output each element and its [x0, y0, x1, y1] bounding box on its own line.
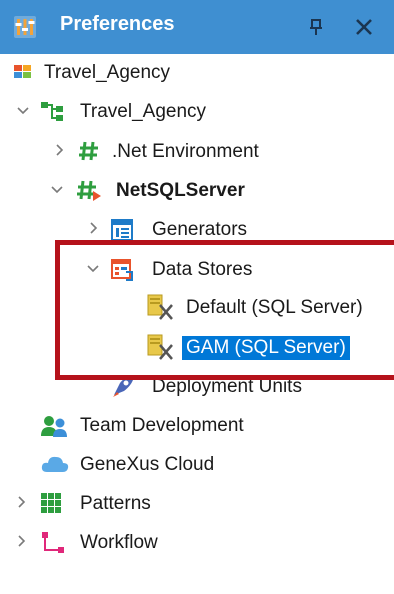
generators-icon: [110, 218, 133, 241]
tree-item-label: Workflow: [80, 532, 158, 553]
chevron-right-icon[interactable]: [52, 140, 66, 160]
tree-item-kb[interactable]: Travel_Agency: [0, 58, 394, 88]
cloud-icon: [40, 453, 70, 475]
tree-item-label: Default (SQL Server): [186, 297, 363, 318]
tree-item-patterns[interactable]: Patterns: [0, 489, 394, 519]
workflow-icon: [40, 531, 66, 553]
tree-item-workflow[interactable]: Workflow: [0, 528, 394, 558]
tree-item-label: Deployment Units: [152, 376, 302, 397]
chevron-down-icon[interactable]: [86, 258, 100, 278]
pin-icon[interactable]: [304, 15, 328, 39]
tree-item-label: NetSQLServer: [116, 180, 245, 201]
team-icon: [40, 414, 68, 437]
patterns-icon: [40, 492, 62, 514]
chevron-right-icon[interactable]: [14, 531, 28, 551]
tree-item-label: Data Stores: [152, 259, 253, 280]
environment-icon: [76, 179, 101, 201]
environment-icon: [78, 140, 100, 162]
chevron-right-icon[interactable]: [14, 492, 28, 512]
preferences-panel: Preferences Travel_Agency Travel_Agency …: [0, 0, 394, 594]
tree-item-netsqlserver[interactable]: NetSQLServer: [0, 176, 394, 206]
preferences-icon: [12, 14, 38, 40]
close-icon[interactable]: [350, 13, 378, 41]
tree-item-label: Travel_Agency: [80, 101, 207, 122]
chevron-right-icon[interactable]: [86, 218, 100, 238]
tree-item-genexus-cloud[interactable]: GeneXus Cloud: [0, 450, 394, 480]
panel-titlebar: Preferences: [0, 0, 394, 54]
tree-item-label: GAM (SQL Server): [182, 336, 350, 360]
kb-icon: [12, 61, 34, 83]
tree-item-label: Travel_Agency: [44, 62, 171, 83]
datastore-icon: [146, 293, 176, 321]
tree-item-net-environment[interactable]: .Net Environment: [0, 137, 394, 167]
chevron-down-icon[interactable]: [16, 100, 30, 120]
datastore-icon: [146, 333, 176, 361]
version-icon: [40, 100, 63, 122]
chevron-down-icon[interactable]: [50, 179, 64, 199]
tree-item-label: Team Development: [80, 415, 244, 436]
deployment-icon: [110, 375, 134, 397]
tree-item-version[interactable]: Travel_Agency: [0, 97, 394, 127]
tree-item-label: .Net Environment: [112, 141, 259, 162]
tree-item-label: Patterns: [80, 493, 151, 514]
datastores-icon: [110, 258, 133, 281]
tree-item-data-stores[interactable]: Data Stores: [0, 255, 394, 285]
tree-item-label: Generators: [152, 219, 248, 240]
tree-item-gam-datastore[interactable]: GAM (SQL Server): [0, 333, 394, 363]
tree-item-team-development[interactable]: Team Development: [0, 411, 394, 441]
tree-item-deployment-units[interactable]: Deployment Units: [0, 372, 394, 402]
panel-title: Preferences: [60, 13, 175, 35]
tree-item-label: GeneXus Cloud: [80, 454, 215, 475]
tree-item-generators[interactable]: Generators: [0, 215, 394, 245]
tree-item-default-datastore[interactable]: Default (SQL Server): [0, 293, 394, 323]
